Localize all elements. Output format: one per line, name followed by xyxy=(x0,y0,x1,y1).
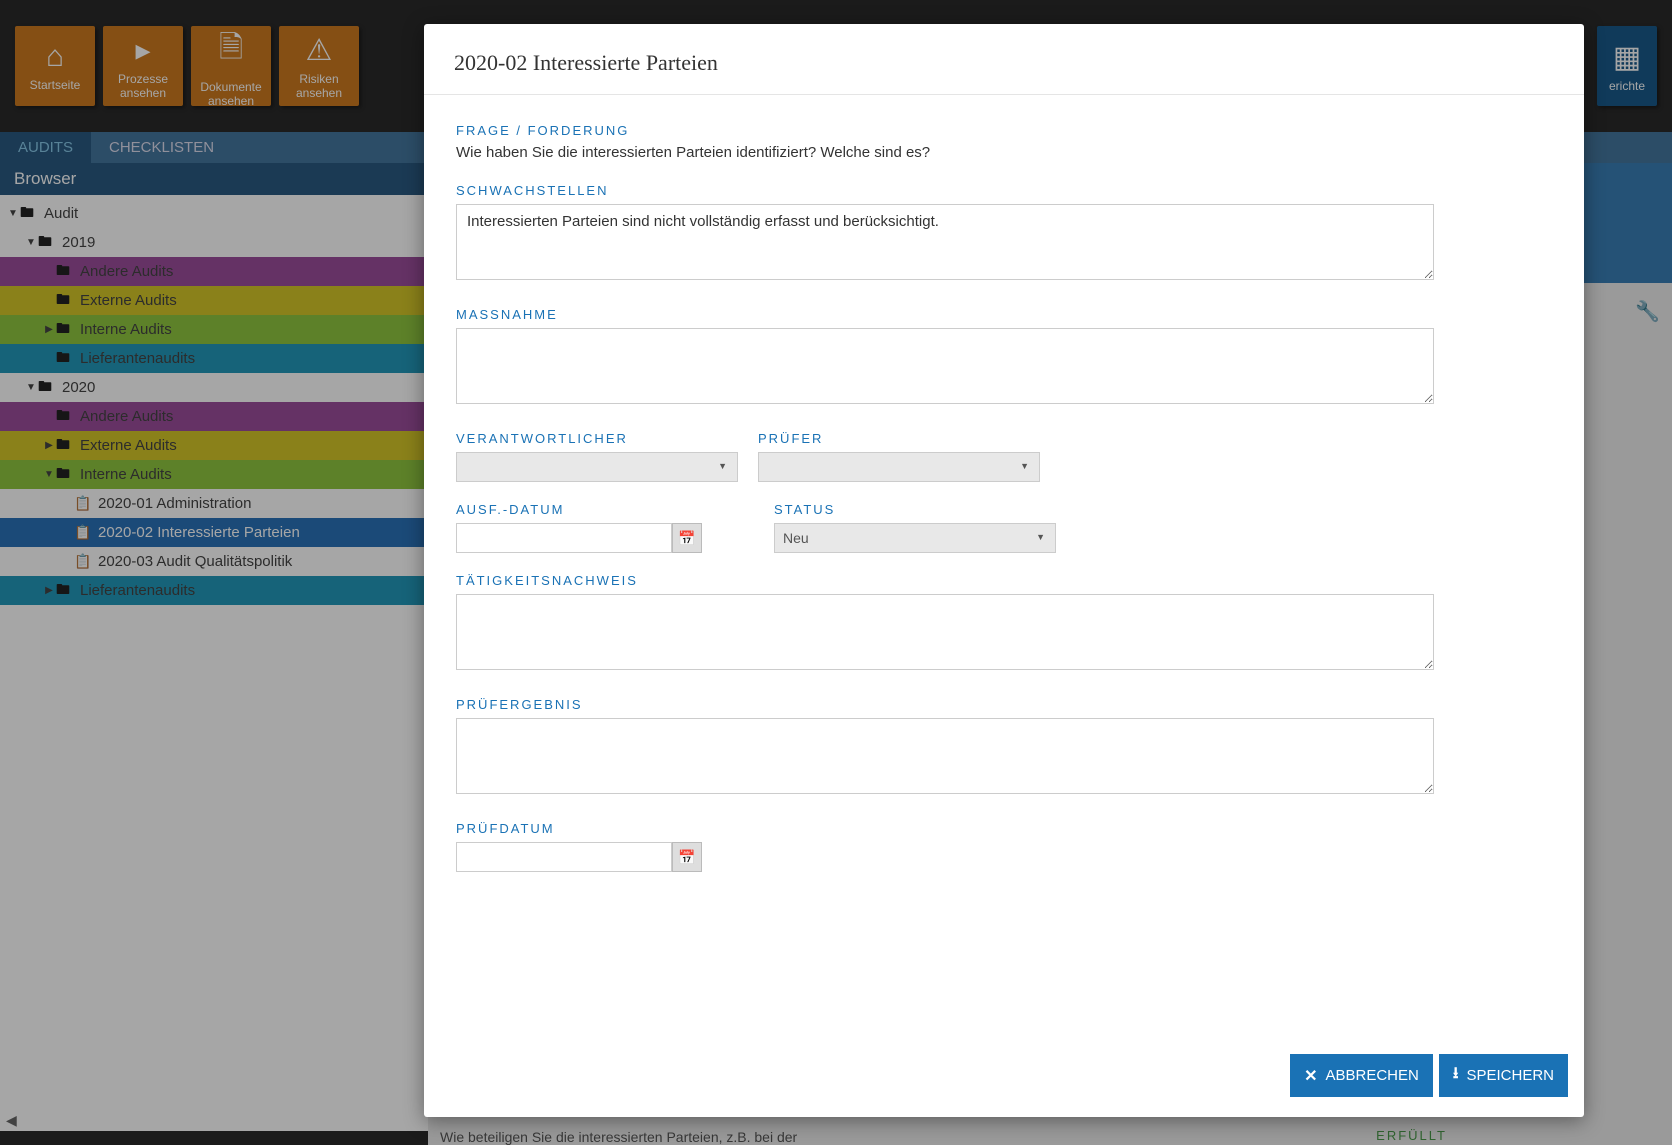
pruefergebnis-input[interactable] xyxy=(456,718,1434,794)
save-label: SPEICHERN xyxy=(1466,1067,1554,1084)
close-icon: ✕ xyxy=(1304,1066,1317,1086)
pruefdatum-label: PRÜFDATUM xyxy=(456,821,1552,836)
pruefdatum-picker[interactable]: 📅 xyxy=(672,842,702,872)
frage-text: Wie haben Sie die interessierten Parteie… xyxy=(456,144,1552,161)
calendar-icon: 📅 xyxy=(678,849,695,866)
ausf-datum-picker[interactable]: 📅 xyxy=(672,523,702,553)
ausf-datum-input[interactable] xyxy=(456,523,672,553)
massnahme-label: MASSNAHME xyxy=(456,307,1552,322)
status-select[interactable]: Neu xyxy=(774,523,1056,553)
cancel-button[interactable]: ✕ ABBRECHEN xyxy=(1290,1054,1433,1097)
cancel-label: ABBRECHEN xyxy=(1326,1067,1419,1084)
pruefdatum-input[interactable] xyxy=(456,842,672,872)
calendar-icon: 📅 xyxy=(678,530,695,547)
pruefergebnis-label: PRÜFERGEBNIS xyxy=(456,697,1552,712)
edit-modal: 2020-02 Interessierte Parteien FRAGE / F… xyxy=(424,24,1584,1117)
modal-body: FRAGE / FORDERUNG Wie haben Sie die inte… xyxy=(424,95,1584,1040)
pruefer-select[interactable] xyxy=(758,452,1040,482)
frage-label: FRAGE / FORDERUNG xyxy=(456,123,1552,138)
verantwortlicher-label: VERANTWORTLICHER xyxy=(456,431,738,446)
save-icon: ⭳ xyxy=(1453,1062,1459,1089)
schwachstellen-label: SCHWACHSTELLEN xyxy=(456,183,1552,198)
schwachstellen-input[interactable] xyxy=(456,204,1434,280)
taetigkeit-input[interactable] xyxy=(456,594,1434,670)
verantwortlicher-select[interactable] xyxy=(456,452,738,482)
status-label: STATUS xyxy=(774,502,1056,517)
massnahme-input[interactable] xyxy=(456,328,1434,404)
ausf-datum-label: AUSF.-DATUM xyxy=(456,502,702,517)
modal-title: 2020-02 Interessierte Parteien xyxy=(424,24,1584,95)
taetigkeit-label: TÄTIGKEITSNACHWEIS xyxy=(456,573,1552,588)
modal-footer: ✕ ABBRECHEN ⭳ SPEICHERN xyxy=(424,1040,1584,1117)
pruefer-label: PRÜFER xyxy=(758,431,1040,446)
save-button[interactable]: ⭳ SPEICHERN xyxy=(1439,1054,1568,1097)
